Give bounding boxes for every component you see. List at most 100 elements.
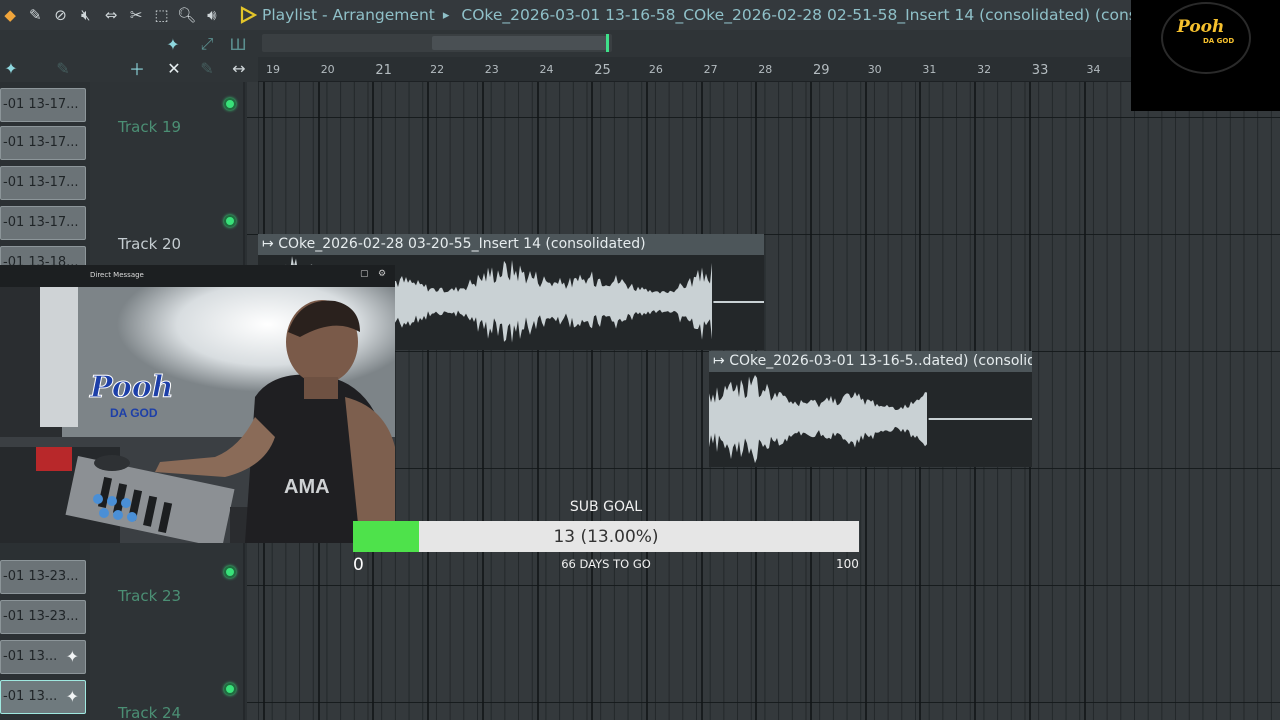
bar-grid-line <box>536 82 539 720</box>
snap-icon[interactable]: Ш <box>227 33 249 55</box>
ruler-bar-number: 25 <box>594 63 611 78</box>
maximize-icon[interactable]: ▢ <box>360 269 369 279</box>
remove-clip-icon[interactable]: ✕ <box>163 57 185 79</box>
track-mute-led[interactable] <box>224 98 236 110</box>
clip-source-item[interactable]: -01 13-17... <box>0 206 86 240</box>
bar-grid-line <box>645 82 648 720</box>
track-name[interactable]: Track 23 <box>118 587 181 605</box>
track-mute-led[interactable] <box>224 683 236 695</box>
pattern-title[interactable]: COke_2026-03-01 13-16-58_COke_2026-02-28… <box>461 6 1136 24</box>
clip-source-label: -01 13-23... <box>3 569 79 584</box>
clip-source-label: -01 13... <box>3 649 58 664</box>
window-title: Playlist - Arrangement <box>262 6 435 24</box>
clip-source-label: -01 13-17... <box>3 175 79 190</box>
arrangement-arrow-icon[interactable] <box>238 5 258 25</box>
close-icon[interactable]: ⚙ <box>378 269 386 279</box>
slice-tool-icon[interactable]: ✂ <box>126 5 146 26</box>
logo-text: Pooh <box>1177 17 1225 37</box>
clip-source-label: -01 13... <box>3 689 58 704</box>
clip-source-label: -01 13-17... <box>3 135 79 150</box>
ruler-bar-number: 28 <box>758 63 773 76</box>
waveform-silence <box>928 418 1032 420</box>
clip-source-item[interactable]: -01 13-17... <box>0 88 86 122</box>
stream-logo: Pooh DA GOD <box>1131 0 1280 111</box>
clip-source-label: -01 13-23... <box>3 609 79 624</box>
clip-arrow-icon: ↦ <box>713 353 730 369</box>
playback-tool-icon[interactable]: 🔊︎ <box>202 5 222 26</box>
webcam-window-title: Direct Message <box>90 271 144 279</box>
track-mute-led[interactable] <box>224 566 236 578</box>
ruler-bar-number: 31 <box>922 63 937 76</box>
clip-toolbar: ✦ ✎ ＋ ✕ ✎ ↔ <box>0 57 258 82</box>
playlist-titlebar: ◆ ✎ ⊘ 🔇︎ ⇔ ✂ ⬚ 🔍︎ 🔊︎ Playlist - Arrangem… <box>0 0 1280 30</box>
clip-arrow-icon: ↦ <box>262 236 279 252</box>
clip-source-icon[interactable]: ✦ <box>0 57 22 79</box>
clip-source-item[interactable]: -01 13-23... <box>0 560 86 594</box>
options-arrow-icon[interactable]: ◆ <box>0 5 20 26</box>
track-name[interactable]: Track 19 <box>118 118 181 136</box>
mute-tool-icon[interactable]: 🔇︎ <box>76 5 96 26</box>
ruler-bar-number: 32 <box>977 63 992 76</box>
ruler-bar-number: 27 <box>703 63 718 76</box>
timeline-ruler[interactable]: 19 20 21 22 23 24 25 26 27 28 29 30 31 32 33 34 <box>258 57 1138 82</box>
delete-tool-icon[interactable]: ⊘ <box>50 5 70 26</box>
rename-clip-icon[interactable]: ✎ <box>196 57 218 79</box>
waveform-silence <box>713 301 764 303</box>
zoom-tool-icon[interactable]: 🔍︎ <box>177 5 197 26</box>
add-clip-icon[interactable]: ＋ <box>126 57 148 79</box>
ruler-bar-number: 34 <box>1086 63 1101 76</box>
ruler-bar-number: 20 <box>320 63 335 76</box>
webcam-video: AMA Pooh DA GOD <box>0 287 395 543</box>
clip-source-label: -01 13-17... <box>3 215 79 230</box>
clip-source-item[interactable]: -01 13-23... <box>0 600 86 634</box>
sub-goal-days-left: 66 DAYS TO GO <box>561 557 651 571</box>
audio-clip-icon: ✦ <box>65 647 79 666</box>
bar-grid-line <box>700 82 703 720</box>
logo-sub: DA GOD <box>1203 37 1235 45</box>
playlist-tool-icons: ◆ ✎ ⊘ 🔇︎ ⇔ ✂ ⬚ 🔍︎ 🔊︎ <box>0 5 222 26</box>
audio-clip-header[interactable]: ↦ COke_2026-02-28 03-20-55_Insert 14 (co… <box>258 234 764 255</box>
sub-goal-title: SUB GOAL <box>569 499 643 515</box>
audio-waveform <box>709 374 1032 464</box>
audio-clip-label: COke_2026-02-28 03-20-55_Insert 14 (cons… <box>278 236 646 252</box>
ruler-bar-number: 24 <box>539 63 554 76</box>
clip-source-item[interactable]: -01 13-17... <box>0 126 86 160</box>
audio-clip-label: COke_2026-03-01 13-16-5..dated) (consoli… <box>729 353 1032 369</box>
link-icon[interactable]: ⤢ <box>196 33 218 55</box>
edit-clip-icon[interactable]: ✎ <box>52 57 74 79</box>
track-mute-led[interactable] <box>224 215 236 227</box>
audio-clip-header[interactable]: ↦ COke_2026-03-01 13-16-5..dated) (conso… <box>709 351 1032 372</box>
ruler-bar-number: 26 <box>648 63 663 76</box>
clip-source-item[interactable]: -01 13... ✦ <box>0 680 86 714</box>
resize-icon[interactable]: ↔ <box>228 57 250 79</box>
webcam-overlay: Direct Message ▢ ⚙ AMA Pooh DA GOD <box>0 265 395 543</box>
ruler-bar-number: 23 <box>484 63 499 76</box>
bar-grid-line <box>427 82 430 720</box>
song-position-marker[interactable] <box>606 34 609 52</box>
audio-clip[interactable]: ↦ COke_2026-03-01 13-16-5..dated) (conso… <box>709 351 1032 467</box>
track-name[interactable]: Track 24 <box>118 704 181 720</box>
bar-grid-line <box>1083 82 1086 720</box>
waveform-shape <box>709 374 927 464</box>
waveform-view-icon[interactable]: ✦ <box>162 33 184 55</box>
title-separator-icon: ▸ <box>442 7 450 23</box>
scrollbar-thumb[interactable] <box>432 36 607 50</box>
ruler-bar-number: 29 <box>813 63 830 78</box>
slip-tool-icon[interactable]: ⇔ <box>101 5 121 26</box>
bar-grid-line <box>591 82 594 720</box>
playlist-toolbar: ✦ ⤢ Ш <box>0 30 1280 57</box>
clip-source-item[interactable]: -01 13... ✦ <box>0 640 86 674</box>
clip-source-item[interactable]: -01 13-17... <box>0 166 86 200</box>
sub-goal-progress-text: 13 (13.00%) <box>553 527 659 547</box>
audio-clip-icon: ✦ <box>65 687 79 706</box>
sub-goal-progress-bar: 13 (13.00%) <box>353 521 859 552</box>
track-name[interactable]: Track 20 <box>118 235 181 253</box>
horizontal-scrollbar[interactable] <box>262 34 612 52</box>
ruler-bar-number: 19 <box>266 63 280 76</box>
bar-grid-line <box>481 82 484 720</box>
clip-source-label: -01 13-17... <box>3 97 79 112</box>
select-tool-icon[interactable]: ⬚ <box>151 5 171 26</box>
draw-tool-icon[interactable]: ✎ <box>25 5 45 26</box>
ruler-bar-number: 33 <box>1031 63 1049 78</box>
ruler-bar-number: 22 <box>430 63 445 76</box>
